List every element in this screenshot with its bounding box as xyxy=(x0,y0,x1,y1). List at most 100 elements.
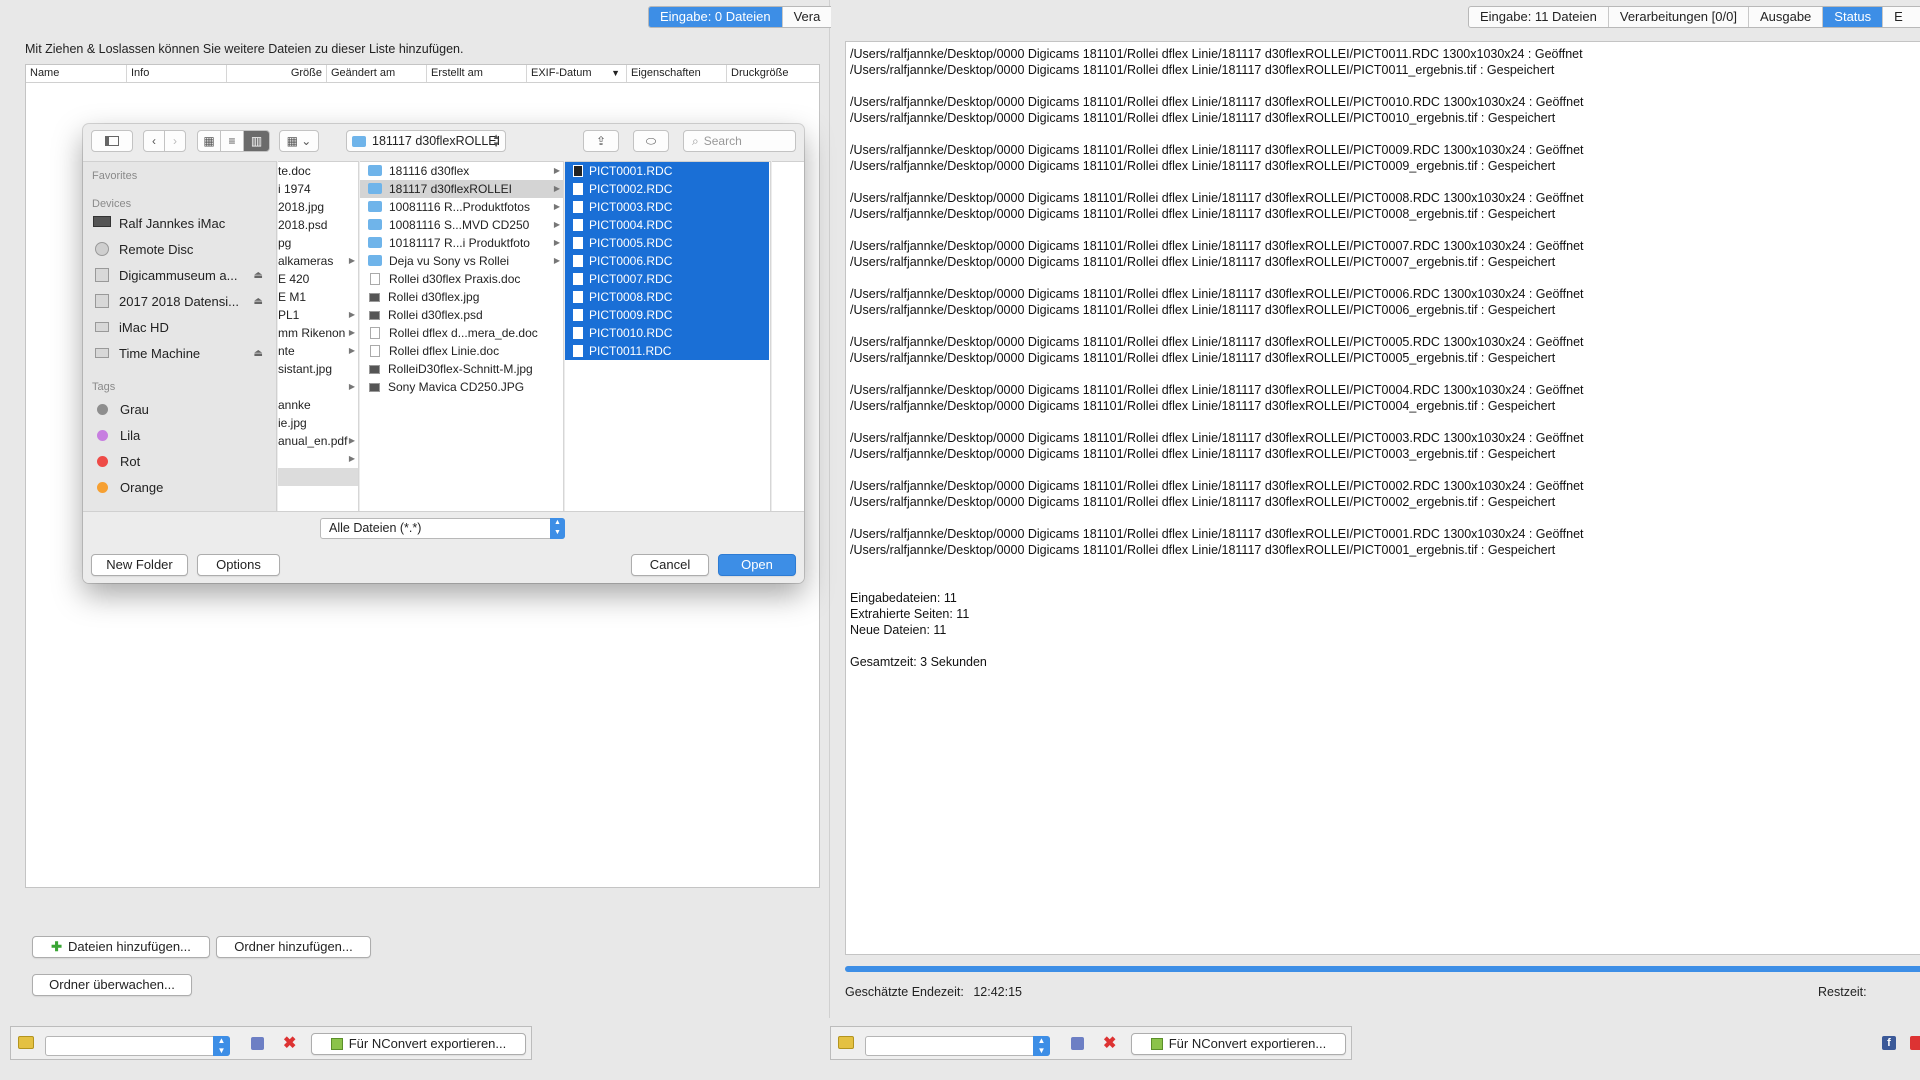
save-icon[interactable] xyxy=(1071,1037,1084,1050)
column-2-item[interactable]: 10081116 S...MVD CD250 ▶ xyxy=(360,216,563,234)
column-3-item[interactable]: PICT0007.RDC xyxy=(565,270,769,288)
sidebar-item-imac[interactable]: Ralf Jannkes iMac xyxy=(93,212,263,234)
column-1-item[interactable]: mm Rikenon ▶ xyxy=(278,324,358,342)
search-field[interactable]: ⌕ Search xyxy=(683,130,796,152)
column-1-item[interactable]: E M1 xyxy=(278,288,358,306)
column-2-item[interactable]: Rollei dflex Linie.doc xyxy=(360,342,563,360)
column-1-item[interactable]: annke xyxy=(278,396,358,414)
column-1-item[interactable]: ▶ xyxy=(278,450,358,468)
sidebar-item-time-machine[interactable]: Time Machine ⏏ xyxy=(93,342,263,364)
column-1-item[interactable] xyxy=(278,468,358,486)
add-folder-button[interactable]: Ordner hinzufügen... xyxy=(216,936,371,958)
preset-combo-right[interactable]: ▲ ▼ xyxy=(865,1036,1050,1056)
column-2-item[interactable]: RolleiD30flex-Schnitt-M.jpg xyxy=(360,360,563,378)
column-erstellt[interactable]: Erstellt am xyxy=(427,65,527,82)
column-druckgroesse[interactable]: Druckgröße xyxy=(727,65,819,82)
column-1-item[interactable]: anual_en.pdf ▶ xyxy=(278,432,358,450)
column-1-item[interactable]: te.doc xyxy=(278,162,358,180)
column-2-item[interactable]: 10081116 R...Produktfotos ▶ xyxy=(360,198,563,216)
watch-folder-button[interactable]: Ordner überwachen... xyxy=(32,974,192,996)
column-2-item[interactable]: 10181117 R...i Produktfoto ▶ xyxy=(360,234,563,252)
open-button[interactable]: Open xyxy=(718,554,796,576)
column-3-item[interactable]: PICT0011.RDC xyxy=(565,342,769,360)
column-3-item[interactable]: PICT0009.RDC xyxy=(565,306,769,324)
column-2-item[interactable]: Sony Mavica CD250.JPG xyxy=(360,378,563,396)
sidebar-item-digicammuseum[interactable]: Digicammuseum a... ⏏ xyxy=(93,264,263,286)
column-3-item[interactable]: PICT0005.RDC xyxy=(565,234,769,252)
column-3-item[interactable]: PICT0003.RDC xyxy=(565,198,769,216)
column-groesse[interactable]: Größe xyxy=(227,65,327,82)
column-1-item[interactable]: 2018.psd xyxy=(278,216,358,234)
tab-eingabe[interactable]: Eingabe: 0 Dateien xyxy=(649,7,783,27)
column-2-item[interactable]: 181117 d30flexROLLEI ▶ xyxy=(360,180,563,198)
column-1-item[interactable]: 2018.jpg xyxy=(278,198,358,216)
sidebar-tag-lila[interactable]: Lila xyxy=(93,424,263,446)
browser-column-4[interactable] xyxy=(772,161,804,511)
sidebar-item-remote-disc[interactable]: Remote Disc xyxy=(93,238,263,260)
save-icon[interactable] xyxy=(251,1037,264,1050)
social-share-icon[interactable] xyxy=(1910,1036,1920,1050)
column-2-item[interactable]: Rollei d30flex.psd xyxy=(360,306,563,324)
browser-column-1[interactable]: te.doc i 1974 2018.jpg 2018.psd pg alkameras ▶… xyxy=(278,161,359,511)
view-columns-button[interactable]: ▥ xyxy=(243,130,270,152)
new-folder-button[interactable]: New Folder xyxy=(91,554,188,576)
view-icons-button[interactable]: ▦ xyxy=(197,130,221,152)
preset-combo[interactable]: ▲ ▼ xyxy=(45,1036,230,1056)
column-info[interactable]: Info xyxy=(127,65,227,82)
add-files-button[interactable]: ✚ Dateien hinzufügen... xyxy=(32,936,210,958)
column-1-item[interactable]: PL1 ▶ xyxy=(278,306,358,324)
eject-icon[interactable]: ⏏ xyxy=(254,296,263,307)
column-1-item[interactable]: ▶ xyxy=(278,378,358,396)
column-eigenschaften[interactable]: Eigenschaften xyxy=(627,65,727,82)
path-popup[interactable]: 181117 d30flexROLLEI ▲ ▼ xyxy=(346,130,506,152)
column-3-item[interactable]: PICT0004.RDC xyxy=(565,216,769,234)
eject-icon[interactable]: ⏏ xyxy=(254,270,263,281)
column-2-item[interactable]: 181116 d30flex ▶ xyxy=(360,162,563,180)
tag-button[interactable]: ⬭ xyxy=(633,130,669,152)
cancel-button[interactable]: Cancel xyxy=(631,554,709,576)
column-1-item[interactable]: pg xyxy=(278,234,358,252)
column-1-item[interactable]: sistant.jpg xyxy=(278,360,358,378)
browser-column-3[interactable]: PICT0001.RDC PICT0002.RDC PICT0003.RDC PICT… xyxy=(565,161,771,511)
column-3-item[interactable]: PICT0001.RDC xyxy=(565,162,769,180)
share-button[interactable]: ⇪ xyxy=(583,130,619,152)
sidebar-tag-orange[interactable]: Orange xyxy=(93,476,263,498)
column-2-item[interactable]: Rollei d30flex.jpg xyxy=(360,288,563,306)
delete-icon[interactable]: ✖ xyxy=(283,1033,296,1053)
column-exif[interactable]: EXIF-Datum ▼ xyxy=(527,65,627,82)
sidebar-item-imac-hd[interactable]: iMac HD xyxy=(93,316,263,338)
group-menu-button[interactable]: ▦ ⌄ xyxy=(279,130,319,152)
tab-verarbeitungen-right[interactable]: Verarbeitungen [0/0] xyxy=(1609,7,1749,27)
tab-ausgabe[interactable]: Ausgabe xyxy=(1749,7,1824,27)
tab-status[interactable]: Status xyxy=(1823,7,1884,27)
folder-open-icon[interactable] xyxy=(18,1036,34,1049)
tab-eingabe-right[interactable]: Eingabe: 11 Dateien xyxy=(1469,7,1609,27)
view-list-button[interactable]: ≡ xyxy=(220,130,244,152)
column-1-item[interactable]: i 1974 xyxy=(278,180,358,198)
column-3-item[interactable]: PICT0002.RDC xyxy=(565,180,769,198)
column-3-item[interactable]: PICT0010.RDC xyxy=(565,324,769,342)
column-3-item[interactable]: PICT0006.RDC xyxy=(565,252,769,270)
column-3-item[interactable]: PICT0008.RDC xyxy=(565,288,769,306)
eject-icon[interactable]: ⏏ xyxy=(254,348,263,359)
options-button[interactable]: Options xyxy=(197,554,280,576)
back-button[interactable]: ‹ xyxy=(143,130,165,152)
tab-e[interactable]: E xyxy=(1883,7,1920,27)
sidebar-tag-rot[interactable]: Rot xyxy=(93,450,263,472)
column-geaendert[interactable]: Geändert am xyxy=(327,65,427,82)
folder-open-icon[interactable] xyxy=(838,1036,854,1049)
sidebar-item-datensicherung[interactable]: 2017 2018 Datensi... ⏏ xyxy=(93,290,263,312)
browser-column-2[interactable]: 181116 d30flex ▶ 181117 d30flexROLLEI ▶ 1008… xyxy=(360,161,564,511)
column-1-item[interactable]: nte ▶ xyxy=(278,342,358,360)
column-name[interactable]: Name xyxy=(26,65,127,82)
column-2-item[interactable]: Rollei d30flex Praxis.doc xyxy=(360,270,563,288)
sidebar-tag-grau[interactable]: Grau xyxy=(93,398,263,420)
file-type-filter[interactable]: Alle Dateien (*.*) ▲ ▼ xyxy=(320,518,565,539)
export-nconvert-button-right[interactable]: Für NConvert exportieren... xyxy=(1131,1033,1346,1055)
forward-button[interactable]: › xyxy=(164,130,186,152)
column-1-item[interactable]: alkameras ▶ xyxy=(278,252,358,270)
delete-icon[interactable]: ✖ xyxy=(1103,1033,1116,1053)
column-1-item[interactable]: ie.jpg xyxy=(278,414,358,432)
column-1-item[interactable]: E 420 xyxy=(278,270,358,288)
facebook-icon[interactable]: f xyxy=(1882,1036,1896,1050)
